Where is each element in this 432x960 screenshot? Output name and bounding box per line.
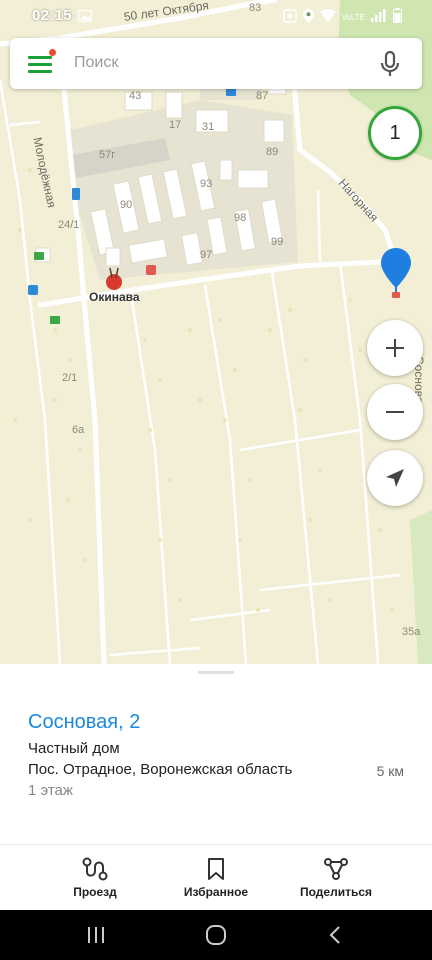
house-number: 17 <box>169 119 182 131</box>
volte-label: VoLTE <box>341 12 365 22</box>
route-button[interactable]: Проезд <box>40 857 150 899</box>
place-distance: 5 км <box>376 763 404 779</box>
house-number: 89 <box>266 146 279 158</box>
status-icons: VoLTE <box>282 8 402 27</box>
signal-icon <box>371 9 387 26</box>
house-number: 24/1 <box>58 219 80 231</box>
place-floors: 1 этаж <box>28 782 73 799</box>
microphone-icon <box>380 50 400 76</box>
house-number: 2/1 <box>62 372 78 384</box>
my-location-button[interactable] <box>367 450 423 506</box>
home-icon <box>206 925 226 945</box>
wifi-icon <box>319 9 336 26</box>
back-icon <box>329 926 340 944</box>
house-number: 35а <box>402 626 421 638</box>
screen-record-icon <box>282 8 297 27</box>
recent-apps-button[interactable] <box>84 924 108 946</box>
search-input[interactable]: Поиск <box>74 54 118 72</box>
status-time: 02:15 <box>32 7 72 24</box>
house-number: 43 <box>129 90 142 102</box>
menu-button[interactable] <box>28 49 56 74</box>
battery-icon <box>393 8 402 27</box>
house-number: 98 <box>234 212 247 224</box>
favorites-button[interactable]: Избранное <box>161 857 271 899</box>
place-card[interactable]: Сосновая, 2 Частный дом Пос. Отрадное, В… <box>0 664 432 844</box>
zoom-in-button[interactable] <box>367 320 423 376</box>
share-icon <box>324 858 348 880</box>
route-icon <box>82 857 108 881</box>
house-number: 90 <box>120 199 133 211</box>
favorites-label: Избранное <box>183 885 249 899</box>
map-canvas <box>0 0 432 664</box>
share-button[interactable]: Поделиться <box>281 857 391 899</box>
bookmark-icon <box>208 858 224 880</box>
action-bar: Проезд Избранное Поделиться <box>0 844 432 910</box>
status-bar: 02:15 VoLTE <box>0 0 432 32</box>
place-address: Пос. Отрадное, Воронежская область <box>28 761 293 778</box>
share-label: Поделиться <box>299 885 373 899</box>
plus-icon <box>386 339 404 357</box>
system-nav-bar <box>0 910 432 960</box>
place-type: Частный дом <box>28 740 120 757</box>
notification-dot <box>49 49 56 56</box>
house-number: 31 <box>202 121 215 133</box>
house-number: 57г <box>99 149 116 161</box>
home-button[interactable] <box>204 924 228 946</box>
route-label: Проезд <box>73 885 117 899</box>
search-bar[interactable]: Поиск <box>10 38 422 89</box>
place-title: Сосновая, 2 <box>28 711 141 733</box>
location-pin-icon[interactable] <box>379 246 413 302</box>
poi-label-okinawa[interactable]: Окинава <box>89 290 140 304</box>
house-number: 99 <box>271 236 284 248</box>
house-number: 93 <box>200 178 213 190</box>
voice-search-button[interactable] <box>378 50 402 78</box>
results-count-badge[interactable]: 1 <box>368 106 422 160</box>
location-icon <box>302 8 314 27</box>
house-number: 87 <box>256 90 269 102</box>
minus-icon <box>386 411 404 413</box>
navigation-arrow-icon <box>386 469 404 487</box>
zoom-out-button[interactable] <box>367 384 423 440</box>
drag-handle[interactable] <box>198 671 234 674</box>
gallery-notification-icon <box>77 9 93 26</box>
recent-apps-icon <box>88 927 104 943</box>
house-number: 6а <box>72 424 85 436</box>
map-view[interactable]: 50 лет Октября Молодёжная Нагорная Сосно… <box>0 0 432 664</box>
house-number: 97 <box>200 249 213 261</box>
back-button[interactable] <box>324 924 348 946</box>
